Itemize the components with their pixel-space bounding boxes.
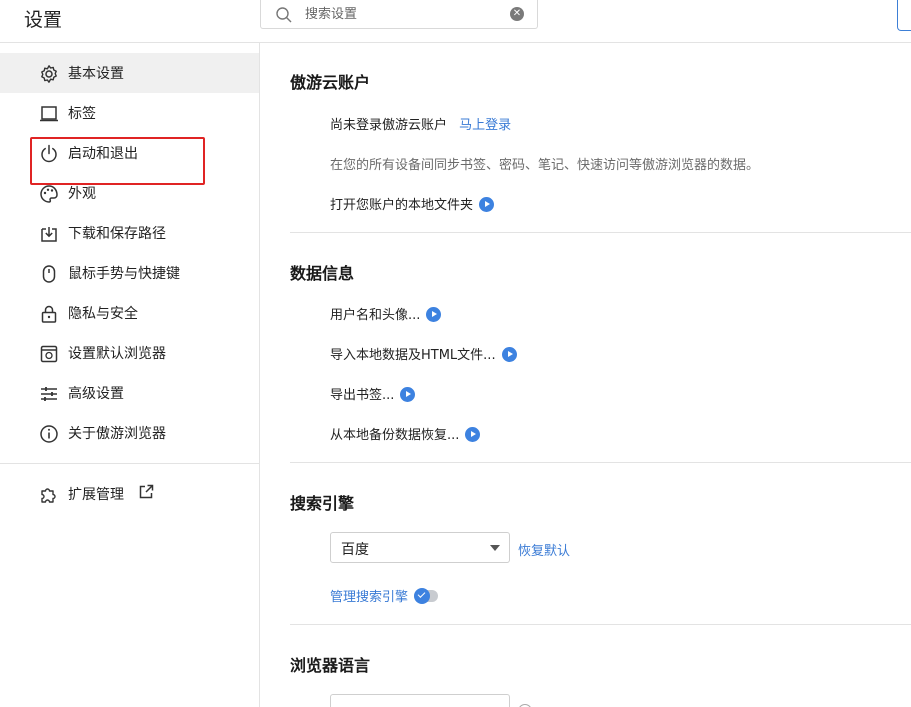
lock-icon xyxy=(41,305,57,323)
palette-icon xyxy=(40,185,58,203)
sidebar-item-mouse-gestures[interactable]: 鼠标手势与快捷键 xyxy=(0,253,259,293)
sidebar-item-label: 扩展管理 xyxy=(68,487,124,503)
sidebar-item-label: 基本设置 xyxy=(68,66,124,82)
sliders-icon xyxy=(41,387,57,401)
sidebar-item-label: 下载和保存路径 xyxy=(68,226,166,242)
gear-icon xyxy=(41,65,57,83)
section-divider xyxy=(290,232,911,233)
download-icon xyxy=(41,227,57,242)
arrow-right-icon[interactable] xyxy=(426,307,442,322)
sidebar-item-privacy[interactable]: 隐私与安全 xyxy=(0,293,259,333)
browser-icon xyxy=(40,345,58,363)
manage-search-engines-toggle[interactable] xyxy=(414,588,439,604)
data-row-restore-backup[interactable]: 从本地备份数据恢复... xyxy=(330,424,481,443)
data-row-export-bookmarks[interactable]: 导出书签... xyxy=(330,384,416,403)
sidebar: 基本设置 标签 启动和退出 外观 下载和保存路径 鼠标手势与快捷键 隐私与安全 … xyxy=(0,43,260,707)
search-input[interactable] xyxy=(305,4,505,24)
settings-content: 傲游云账户 尚未登录傲游云账户 马上登录 在您的所有设备间同步书签、密码、笔记、… xyxy=(260,43,911,707)
sidebar-item-basic-settings[interactable]: 基本设置 xyxy=(0,53,259,93)
sidebar-divider xyxy=(0,463,259,464)
restore-default-link[interactable]: 恢复默认 xyxy=(518,540,570,559)
data-row-label: 从本地备份数据恢复... xyxy=(330,428,460,443)
sidebar-item-downloads[interactable]: 下载和保存路径 xyxy=(0,213,259,253)
account-status-text: 尚未登录傲游云账户 xyxy=(330,118,448,133)
sidebar-item-about[interactable]: 关于傲游浏览器 xyxy=(0,413,259,453)
section-title-account: 傲游云账户 xyxy=(290,73,371,92)
arrow-right-icon[interactable] xyxy=(479,197,495,212)
top-bar: 设置 ✕ xyxy=(0,0,911,43)
sidebar-item-label: 关于傲游浏览器 xyxy=(68,426,166,442)
account-status-row: 尚未登录傲游云账户 马上登录 xyxy=(330,114,511,133)
page-title: 设置 xyxy=(24,9,63,31)
manage-search-engines-row[interactable]: 管理搜索引擎 xyxy=(330,586,439,605)
arrow-right-icon[interactable] xyxy=(400,387,416,402)
clear-search-icon[interactable]: ✕ xyxy=(510,7,524,21)
search-box[interactable]: ✕ xyxy=(260,0,538,29)
top-right-button[interactable] xyxy=(897,0,911,31)
sidebar-item-label: 鼠标手势与快捷键 xyxy=(68,266,180,282)
open-account-folder-row[interactable]: 打开您账户的本地文件夹 xyxy=(330,194,495,213)
data-row-label: 用户名和头像... xyxy=(330,308,421,323)
mouse-icon xyxy=(42,265,56,283)
sidebar-item-label: 外观 xyxy=(68,186,96,202)
open-account-folder-label: 打开您账户的本地文件夹 xyxy=(330,198,474,213)
sidebar-item-advanced[interactable]: 高级设置 xyxy=(0,373,259,413)
sidebar-item-extensions[interactable]: 扩展管理 xyxy=(0,474,259,514)
section-title-data-info: 数据信息 xyxy=(290,264,355,283)
login-link[interactable]: 马上登录 xyxy=(459,118,511,133)
account-description: 在您的所有设备间同步书签、密码、笔记、快速访问等傲游浏览器的数据。 xyxy=(330,158,760,173)
sidebar-item-label: 设置默认浏览器 xyxy=(68,346,166,362)
external-link-icon xyxy=(139,484,154,499)
arrow-right-icon[interactable] xyxy=(501,347,517,362)
sidebar-item-label: 高级设置 xyxy=(68,386,124,402)
sidebar-item-label: 隐私与安全 xyxy=(68,306,138,322)
data-row-import[interactable]: 导入本地数据及HTML文件... xyxy=(330,344,517,363)
search-icon xyxy=(276,7,292,23)
data-row-label: 导入本地数据及HTML文件... xyxy=(330,348,496,363)
section-divider xyxy=(290,462,911,463)
search-engine-select[interactable]: 百度 xyxy=(330,532,510,563)
data-row-username-avatar[interactable]: 用户名和头像... xyxy=(330,304,442,323)
sidebar-item-label: 标签 xyxy=(68,106,96,122)
tab-icon xyxy=(40,106,58,122)
toggle-knob xyxy=(414,588,431,604)
info-icon xyxy=(40,425,58,443)
section-divider xyxy=(290,624,911,625)
search-engine-selected: 百度 xyxy=(341,542,369,558)
sidebar-item-default-browser[interactable]: 设置默认浏览器 xyxy=(0,333,259,373)
language-select[interactable] xyxy=(330,694,510,707)
dropdown-caret-icon xyxy=(490,545,500,551)
annotation-highlight-box xyxy=(30,137,205,185)
manage-search-engines-link[interactable]: 管理搜索引擎 xyxy=(330,590,408,605)
data-row-label: 导出书签... xyxy=(330,388,395,403)
sidebar-item-tabs[interactable]: 标签 xyxy=(0,93,259,133)
puzzle-icon xyxy=(41,488,56,503)
arrow-right-icon[interactable] xyxy=(465,427,481,442)
section-title-browser-language: 浏览器语言 xyxy=(290,656,371,675)
section-title-search-engine: 搜索引擎 xyxy=(290,494,355,513)
